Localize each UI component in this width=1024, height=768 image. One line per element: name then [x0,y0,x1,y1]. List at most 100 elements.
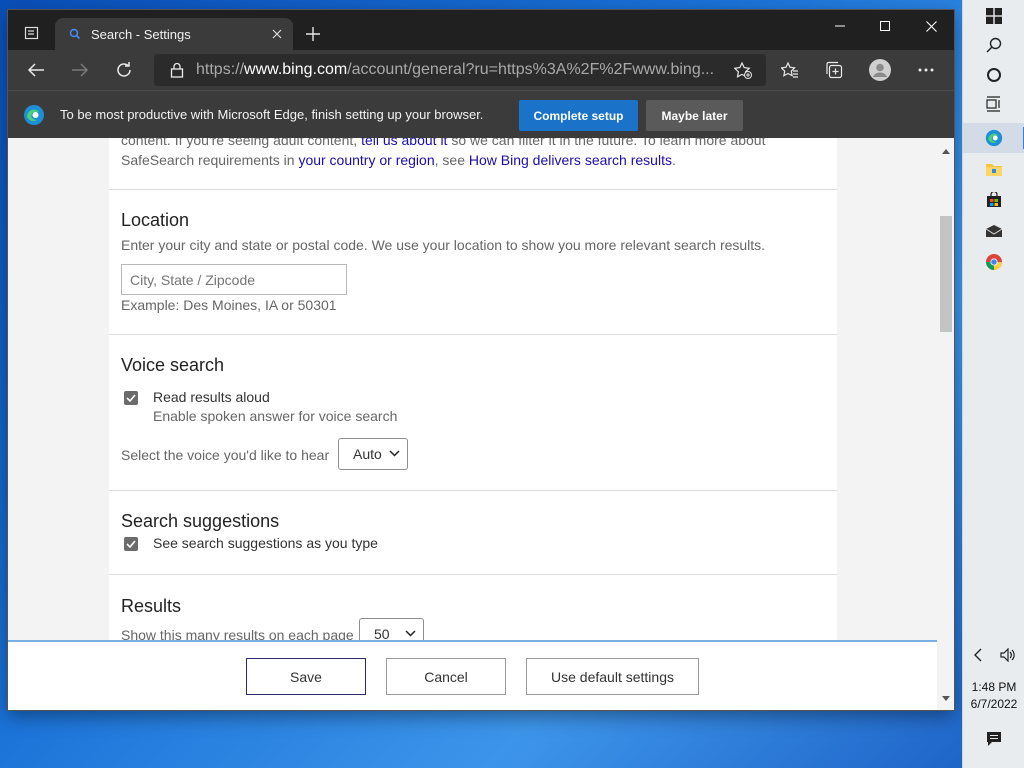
add-favorite-icon[interactable] [734,62,752,79]
address-bar[interactable]: https://www.bing.com/account/general?ru=… [154,54,766,86]
close-window-button[interactable] [908,10,954,42]
safesearch-text-line1: content. If you're seeing adult content,… [121,138,765,148]
safesearch-text-line2: SafeSearch requirements in your country … [121,152,676,168]
settings-card: content. If you're seeing adult content,… [109,138,837,710]
checkmark-icon [126,540,136,548]
how-bing-delivers-link[interactable]: How Bing delivers search results [469,152,672,168]
show-hidden-icons-button[interactable] [963,640,993,670]
task-view-icon [986,96,1000,112]
taskbar-chrome-button[interactable] [963,247,1024,277]
browser-toolbar: https://www.bing.com/account/general?ru=… [8,50,954,90]
more-icon [918,68,934,72]
refresh-icon [117,62,131,77]
voice-select[interactable]: Auto [338,438,408,470]
scrollbar-thumb[interactable] [940,216,952,332]
scroll-up-button[interactable] [940,146,951,157]
volume-icon [1000,648,1015,662]
maximize-button[interactable] [862,10,908,42]
taskbar-clock[interactable]: 1:48 PM 6/7/2022 [963,679,1024,713]
read-results-aloud-checkbox[interactable] [124,391,138,405]
voice-select-label: Select the voice you'd like to hear [121,447,330,463]
favorites-button[interactable] [774,54,806,86]
close-icon [925,20,937,32]
country-region-link[interactable]: your country or region [298,152,434,168]
taskbar-store-button[interactable] [963,185,1024,215]
tab-title: Search - Settings [91,26,191,42]
taskbar-file-explorer-button[interactable] [963,154,1024,184]
forward-button[interactable] [64,54,96,86]
voice-search-title: Voice search [121,355,225,375]
chevron-left-icon [974,648,982,662]
maybe-later-button[interactable]: Maybe later [646,100,743,131]
chrome-icon [986,254,1002,270]
back-button[interactable] [20,54,52,86]
cortana-icon [987,68,1001,82]
clock-date: 6/7/2022 [970,697,1018,711]
edge-logo-icon [24,105,44,125]
tab-search-settings[interactable]: Search - Settings [55,18,293,50]
favorites-icon [781,61,798,78]
title-bar: Search - Settings [8,10,954,50]
tab-close-button[interactable] [263,20,291,48]
location-example: Example: Des Moines, IA or 50301 [121,297,337,313]
voice-select-value: Auto [353,446,382,462]
location-input[interactable] [121,264,347,295]
voice-sub-label: Enable spoken answer for voice search [153,408,398,424]
browser-window: Search - Settings https://www.bing.com/a… [8,10,954,710]
settings-more-button[interactable] [910,54,942,86]
taskbar-mail-button[interactable] [963,216,1024,246]
taskbar: 1:48 PM 6/7/2022 [962,0,1024,768]
action-center-button[interactable] [963,724,1024,754]
tab-actions-button[interactable] [14,18,50,48]
search-suggestions-checkbox[interactable] [124,537,138,551]
infobar-message: To be most productive with Microsoft Edg… [60,107,484,122]
refresh-button[interactable] [108,54,140,86]
bing-search-icon [69,28,81,40]
complete-setup-button[interactable]: Complete setup [519,100,638,131]
minimize-button[interactable] [817,10,863,42]
use-default-settings-button[interactable]: Use default settings [526,658,699,695]
page-scrollbar[interactable] [937,138,954,710]
taskbar-edge-button[interactable] [963,123,1024,153]
tell-us-link[interactable]: tell us about it [361,138,447,148]
cortana-button[interactable] [963,60,1024,90]
minimize-icon [835,25,845,27]
chevron-down-icon [389,450,400,457]
new-tab-button[interactable] [300,20,326,48]
caret-up-icon [941,149,950,154]
divider [109,189,837,190]
arrow-left-icon [27,63,44,77]
start-button[interactable] [963,1,1024,31]
save-button[interactable]: Save [246,658,366,695]
page-viewport: content. If you're seeing adult content,… [8,138,954,710]
scroll-down-button[interactable] [940,693,951,704]
cancel-button[interactable]: Cancel [386,658,506,695]
windows-logo-icon [986,8,1002,24]
notification-icon [987,732,1001,746]
store-icon [987,192,1001,207]
search-icon [986,37,1002,53]
chevron-down-icon [405,630,416,637]
collections-button[interactable] [818,54,850,86]
task-view-button[interactable] [963,89,1024,119]
settings-footer: Save Cancel Use default settings [8,640,937,710]
profile-button[interactable] [864,54,896,86]
close-icon [272,29,282,39]
tab-actions-icon [24,26,39,40]
divider [109,574,837,575]
caret-down-icon [941,696,950,701]
mail-icon [985,225,1003,237]
lock-icon [170,62,184,78]
location-title: Location [121,210,190,230]
plus-icon [306,27,320,41]
arrow-right-icon [72,63,89,77]
divider [109,334,837,335]
checkmark-icon [126,394,136,402]
taskbar-search-button[interactable] [963,30,1024,60]
url-text: https://www.bing.com/account/general?ru=… [196,61,715,78]
clock-time: 1:48 PM [971,680,1017,694]
folder-icon [986,164,1002,176]
volume-button[interactable] [993,640,1023,670]
search-suggestions-title: Search suggestions [121,511,280,531]
divider [109,490,837,491]
